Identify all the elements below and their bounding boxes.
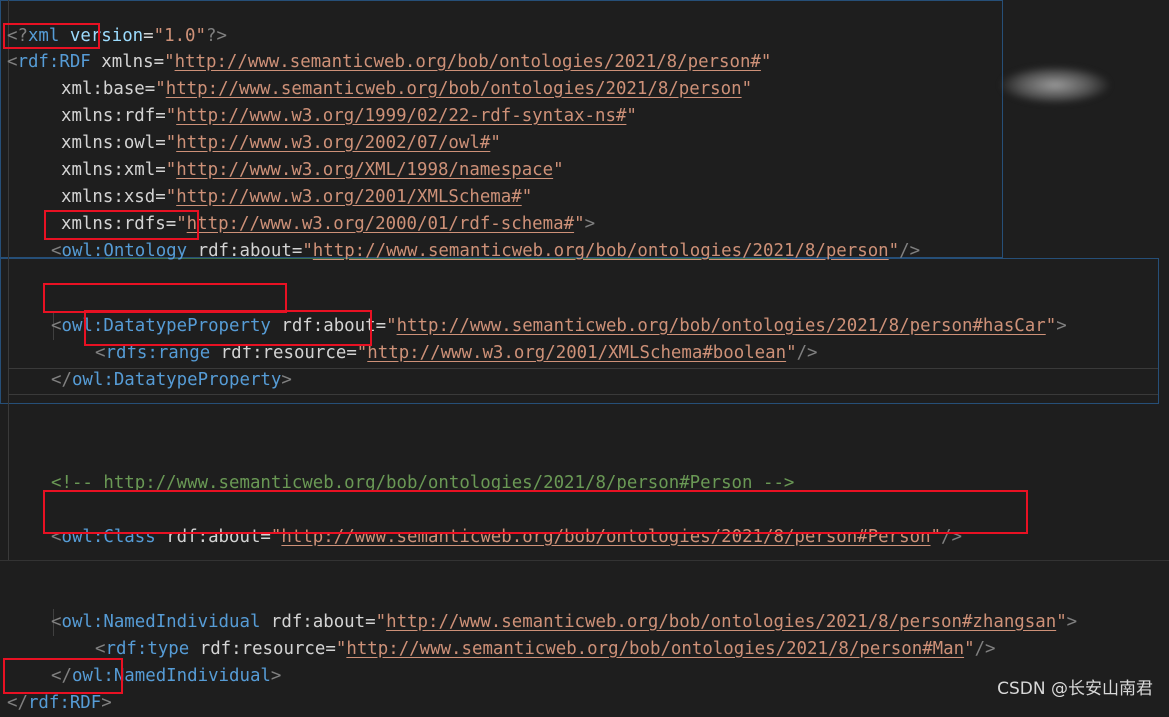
quote: " — [553, 160, 564, 180]
quote: " — [1045, 316, 1057, 336]
quote: " — [760, 52, 772, 72]
code-line: xml:base="http://www.semanticweb.org/bob… — [61, 49, 752, 99]
quote: " — [302, 241, 313, 261]
bracket: > — [281, 370, 292, 390]
code-line: <?xml version="1.0"?> — [7, 0, 227, 46]
highlight-box-owl-ontology — [44, 210, 199, 240]
blurred-region — [1000, 66, 1110, 104]
bracket: /> — [974, 639, 996, 659]
highlight-box-rdf-rdf-close — [3, 658, 123, 694]
bracket: </ — [7, 693, 28, 713]
bracket: > — [1066, 612, 1078, 632]
comment-line: <!-- http://www.semanticweb.org/bob/onto… — [51, 443, 794, 493]
bracket: > — [101, 693, 112, 713]
quote: " — [888, 241, 900, 261]
quote: " — [741, 79, 753, 99]
code-line: xmlns:rdf="http://www.w3.org/1999/02/22-… — [61, 76, 637, 126]
line-highlight — [8, 394, 1158, 395]
link-url[interactable]: http://www.semanticweb.org/bob/ontologie… — [313, 241, 889, 261]
equals: = — [291, 241, 303, 261]
bracket: < — [51, 316, 62, 336]
highlight-box-rdfs-range — [84, 310, 372, 346]
link-url[interactable]: http://www.semanticweb.org/bob/ontologie… — [346, 639, 964, 659]
line-highlight — [0, 560, 1169, 561]
bracket: < — [7, 52, 18, 72]
bracket: /> — [796, 343, 818, 363]
bracket: < — [51, 241, 62, 261]
tag-name: owl:DatatypeProperty — [71, 370, 282, 390]
equals: = — [325, 639, 336, 659]
highlight-box-datatype-property — [43, 283, 287, 313]
bracket: > — [270, 666, 282, 686]
code-line: xmlns:xml="http://www.w3.org/XML/1998/na… — [61, 130, 564, 180]
code-line: <rdf:RDF xmlns="http://www.semanticweb.o… — [7, 22, 771, 72]
code-line: <owl:NamedIndividual rdf:about="http://w… — [51, 582, 1077, 632]
quote: " — [626, 106, 637, 126]
tag-name: owl:Ontology — [61, 241, 188, 261]
bracket: /> — [899, 241, 921, 261]
quote: " — [356, 343, 368, 363]
quote: " — [335, 639, 347, 659]
equals: = — [346, 343, 357, 363]
tag-name: rdf:RDF — [27, 693, 102, 713]
code-line: <rdf:type rdf:resource="http://www.seman… — [95, 609, 996, 659]
code-line: xmlns:owl="http://www.w3.org/2002/07/owl… — [61, 103, 501, 153]
quote: " — [1056, 612, 1067, 632]
code-line: xmlns:rdfs="http://www.w3.org/2000/01/rd… — [61, 184, 595, 234]
quote: " — [964, 639, 975, 659]
link-url[interactable]: http://www.w3.org/2001/XMLSchema#boolean — [367, 343, 786, 363]
attr-name: rdf:about — [187, 241, 292, 261]
highlight-box-rdf-rdf — [3, 23, 100, 49]
highlight-box-owl-class — [43, 490, 1028, 534]
bracket: > — [1056, 316, 1067, 336]
indent-guide — [8, 0, 9, 560]
quote: " — [786, 343, 797, 363]
bracket: < — [51, 612, 62, 632]
watermark: CSDN @长安山南君 — [997, 679, 1153, 699]
bracket: </ — [51, 370, 72, 390]
code-line: xmlns:xsd="http://www.w3.org/2001/XMLSch… — [61, 157, 532, 207]
